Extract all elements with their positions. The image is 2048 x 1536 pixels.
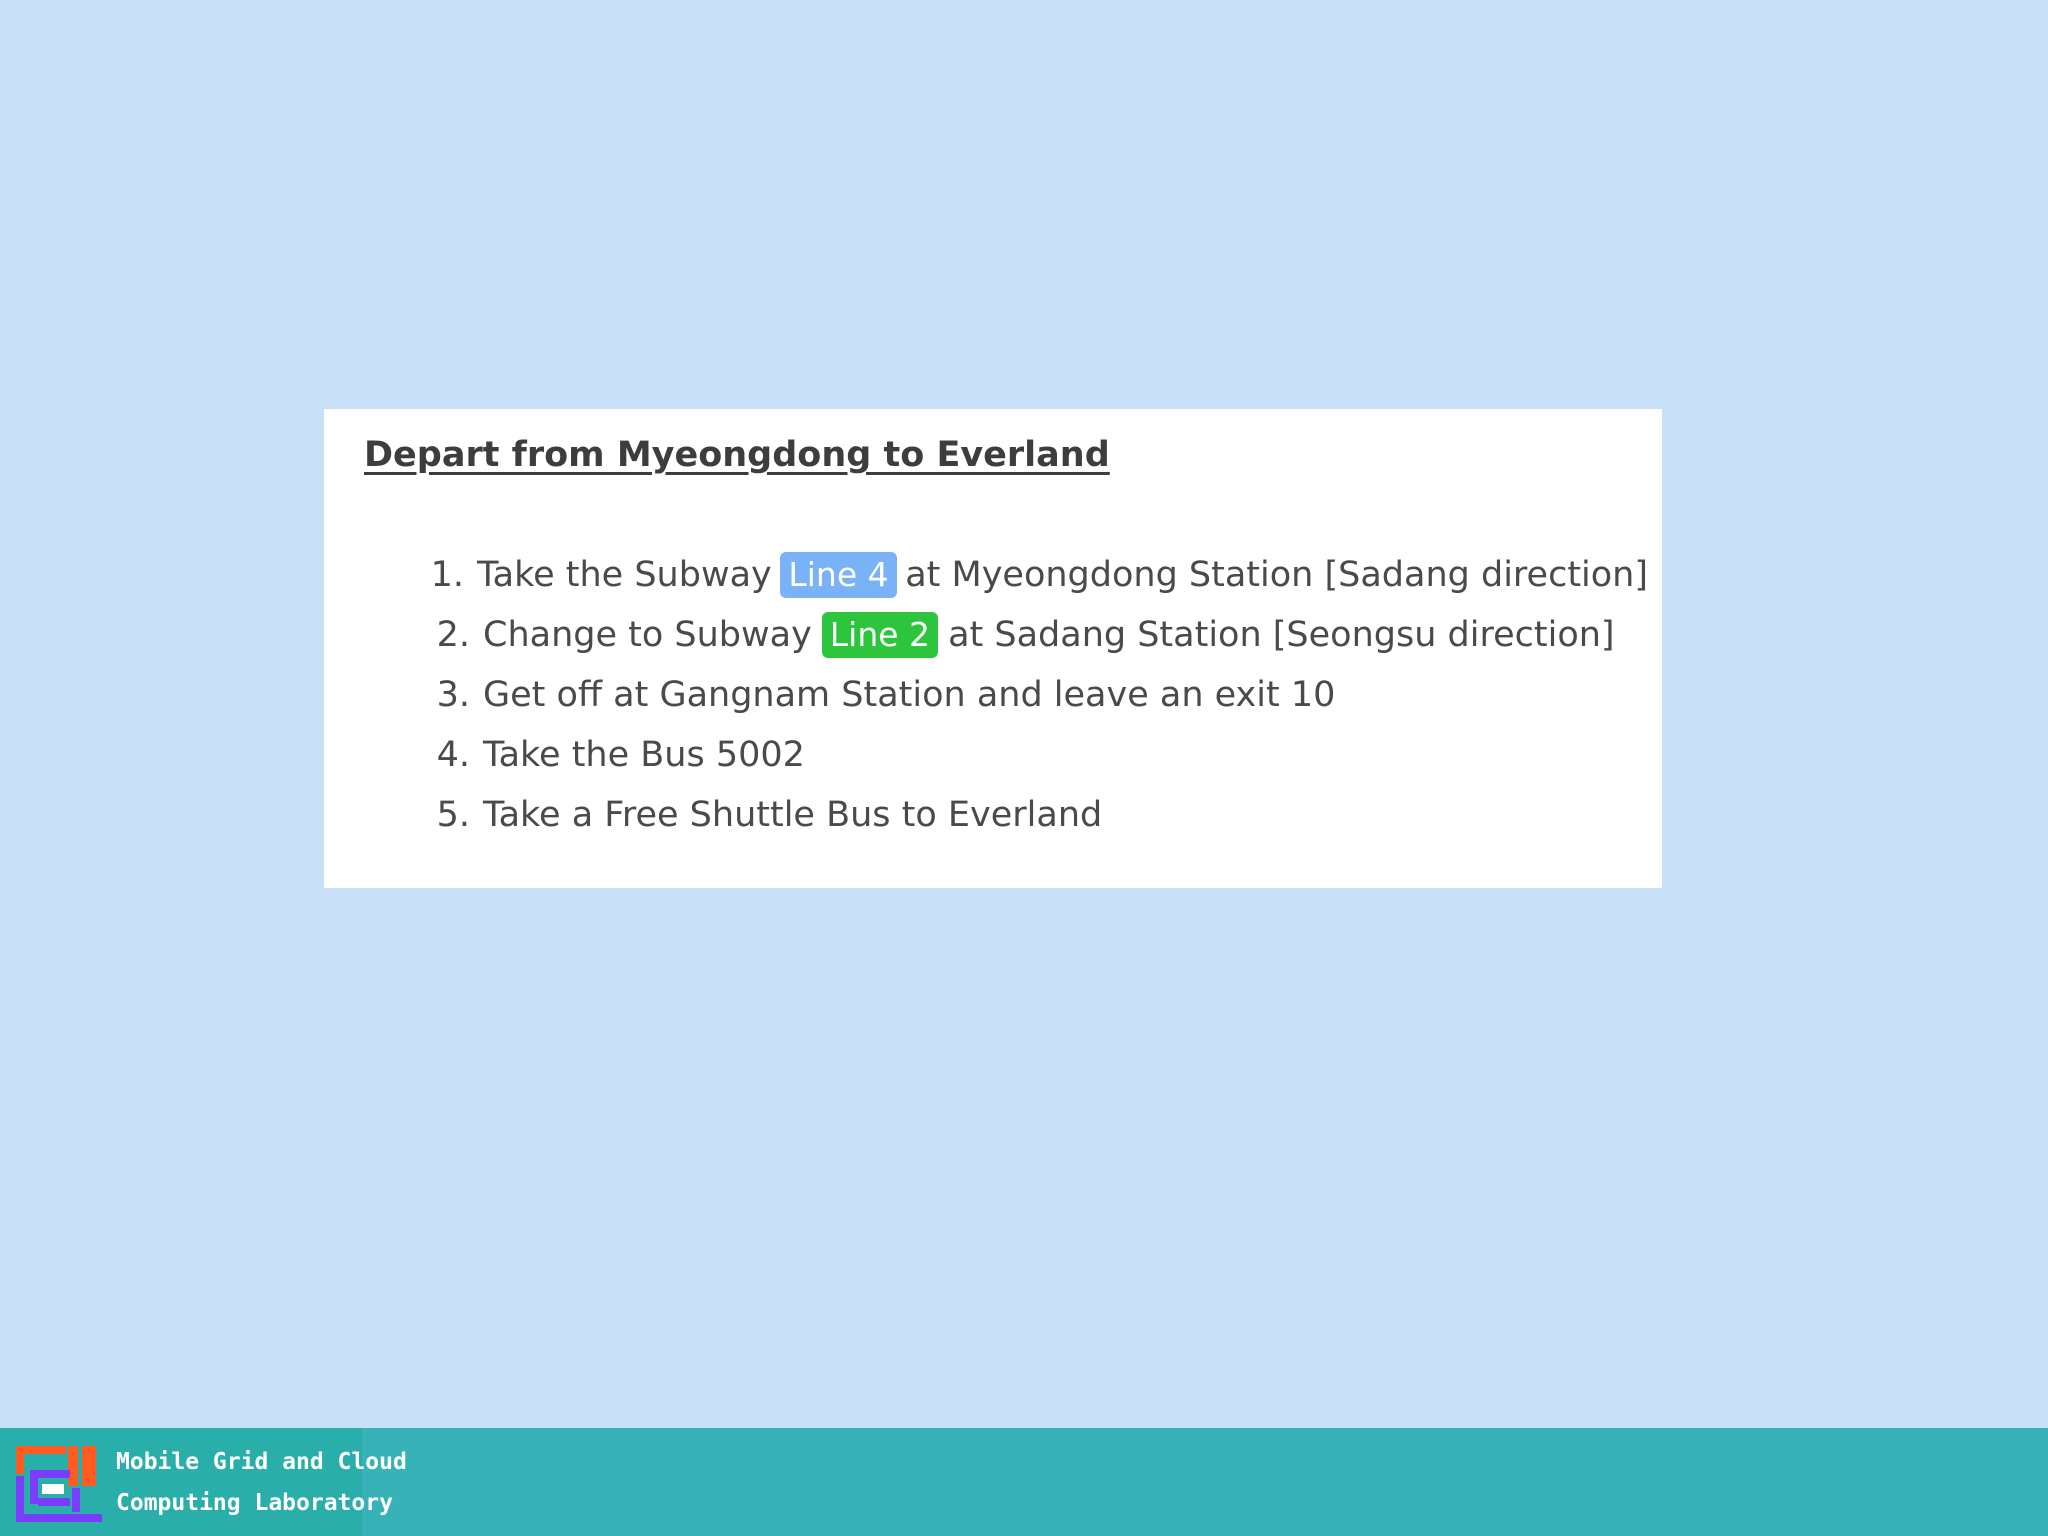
step-number: 1.: [430, 555, 465, 595]
step-text: Take a Free Shuttle Bus to Everland: [483, 795, 1103, 835]
step-number: 3.: [436, 675, 470, 715]
lab-name: Mobile Grid and Cloud Computing Laborato…: [116, 1442, 407, 1524]
lab-logo-icon: [16, 1446, 102, 1522]
step-text-before: Change to Subway: [483, 615, 812, 655]
step-number: 4.: [436, 735, 470, 775]
lab-name-line-1: Mobile Grid and Cloud: [116, 1449, 407, 1475]
route-step-5: 5. Take a Free Shuttle Bus to Everland: [428, 785, 1648, 845]
step-number: 5.: [436, 795, 470, 835]
route-step-1: 1. Take the Subway Line 4 at Myeongdong …: [428, 545, 1648, 605]
route-card: Depart from Myeongdong to Everland 1. Ta…: [324, 409, 1662, 888]
lab-name-line-2: Computing Laboratory: [116, 1490, 393, 1516]
step-text: Get off at Gangnam Station and leave an …: [483, 675, 1336, 715]
lab-badge: Mobile Grid and Cloud Computing Laborato…: [0, 1428, 407, 1536]
card-title: Depart from Myeongdong to Everland: [364, 435, 1110, 475]
step-text-after: at Sadang Station [Seongsu direction]: [948, 615, 1615, 655]
route-step-3: 3. Get off at Gangnam Station and leave …: [428, 665, 1648, 725]
route-steps: 1. Take the Subway Line 4 at Myeongdong …: [428, 545, 1648, 845]
line-4-badge: Line 4: [780, 552, 897, 598]
step-number: 2.: [436, 615, 470, 655]
route-step-4: 4. Take the Bus 5002: [428, 725, 1648, 785]
line-2-badge: Line 2: [821, 612, 939, 658]
step-text-before: Take the Subway: [477, 555, 772, 595]
route-step-2: 2. Change to Subway Line 2 at Sadang Sta…: [428, 605, 1648, 665]
footer-bar: Mobile Grid and Cloud Computing Laborato…: [0, 1428, 2048, 1536]
step-text-after: at Myeongdong Station [Sadang direction]: [905, 555, 1649, 595]
step-text: Take the Bus 5002: [483, 735, 805, 775]
